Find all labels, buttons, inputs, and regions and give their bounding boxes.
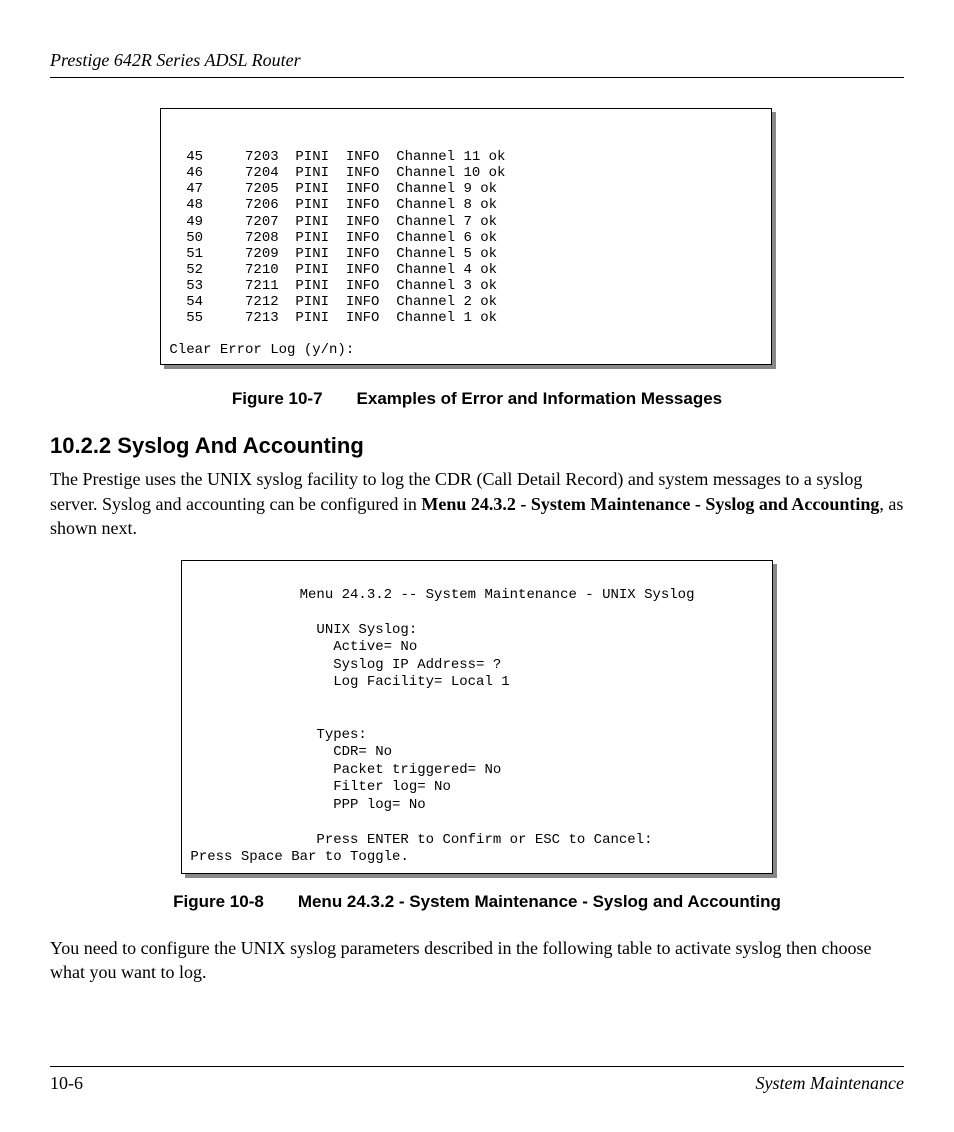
figure-10-7-caption: Figure 10-7 Examples of Error and Inform… xyxy=(50,389,904,409)
unix-syslog-label: UNIX Syslog: xyxy=(316,622,417,638)
page: Prestige 642R Series ADSL Router 45 7203… xyxy=(0,0,954,1132)
page-footer: 10-6 System Maintenance xyxy=(50,1066,904,1094)
syslog-config-paragraph: You need to configure the UNIX syslog pa… xyxy=(50,936,904,985)
unix-syslog-lines: Active= No Syslog IP Address= ? Log Faci… xyxy=(182,639,510,690)
section-heading-10-2-2: 10.2.2 Syslog And Accounting xyxy=(50,433,904,459)
syslog-menu-box: Menu 24.3.2 -- System Maintenance - UNIX… xyxy=(181,560,773,874)
confirm-line: Press ENTER to Confirm or ESC to Cancel: xyxy=(316,832,652,848)
footer-section: System Maintenance xyxy=(756,1073,904,1094)
clear-prompt: Clear Error Log (y/n): xyxy=(169,342,354,358)
figure-10-8-caption: Figure 10-8 Menu 24.3.2 - System Mainten… xyxy=(50,892,904,912)
error-log-box: 45 7203 PINI INFO Channel 11 ok 46 7204 … xyxy=(160,108,772,365)
types-label: Types: xyxy=(316,727,366,743)
menu-title: Menu 24.3.2 -- System Maintenance - UNIX… xyxy=(300,587,695,603)
page-header: Prestige 642R Series ADSL Router xyxy=(50,50,904,78)
para1-bold: Menu 24.3.2 - System Maintenance - Syslo… xyxy=(421,494,879,514)
log-block: 45 7203 PINI INFO Channel 11 ok 46 7204 … xyxy=(161,149,505,326)
page-number: 10-6 xyxy=(50,1073,83,1094)
header-title: Prestige 642R Series ADSL Router xyxy=(50,50,301,70)
syslog-intro-paragraph: The Prestige uses the UNIX syslog facili… xyxy=(50,467,904,540)
types-lines: CDR= No Packet triggered= No Filter log=… xyxy=(182,744,501,813)
toggle-line: Press Space Bar to Toggle. xyxy=(190,849,408,865)
